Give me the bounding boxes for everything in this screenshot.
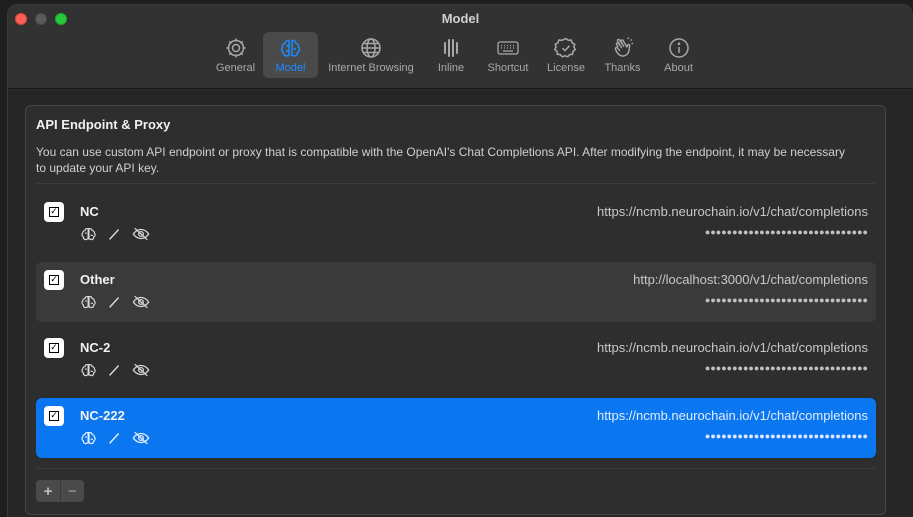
remove-endpoint-button[interactable]: −: [60, 480, 84, 502]
endpoint-name: NC: [80, 204, 99, 219]
brain-icon[interactable]: [80, 294, 98, 310]
endpoint-name: NC-222: [80, 408, 125, 423]
brain-icon[interactable]: [80, 362, 98, 378]
endpoint-actions: [80, 294, 150, 310]
divider: [36, 183, 875, 184]
api-key-masked: ●●●●●●●●●●●●●●●●●●●●●●●●●●●●●●: [704, 431, 868, 441]
endpoint-actions: [80, 430, 150, 446]
endpoint-name: Other: [80, 272, 115, 287]
eye-slash-icon[interactable]: [132, 226, 150, 242]
panel-title: API Endpoint & Proxy: [36, 117, 171, 132]
tab-general[interactable]: General: [208, 32, 263, 78]
tab-model-label: Model: [275, 62, 306, 74]
api-key-masked: ●●●●●●●●●●●●●●●●●●●●●●●●●●●●●●: [704, 227, 868, 237]
title-bar: Model General Model Internet Browsing In…: [8, 5, 913, 89]
tab-internet-browsing[interactable]: Internet Browsing: [318, 32, 424, 78]
tab-thanks[interactable]: Thanks: [594, 32, 651, 78]
tab-license[interactable]: License: [538, 32, 594, 78]
tab-shortcut-label: Shortcut: [487, 62, 529, 74]
panel-description: You can use custom API endpoint or proxy…: [36, 145, 845, 175]
tab-general-label: General: [215, 62, 256, 74]
pencil-icon[interactable]: [106, 430, 124, 446]
eye-slash-icon[interactable]: [132, 430, 150, 446]
keyboard-icon: [497, 41, 519, 55]
tab-license-label: License: [547, 62, 585, 74]
window-title: Model: [441, 11, 480, 26]
content-area: API Endpoint & Proxy You can use custom …: [8, 90, 913, 517]
brain-icon[interactable]: [80, 430, 98, 446]
brain-icon: [280, 39, 300, 57]
api-key-masked: ●●●●●●●●●●●●●●●●●●●●●●●●●●●●●●: [704, 295, 868, 305]
gear-icon: [226, 38, 245, 58]
badge-check-icon: [554, 37, 577, 58]
tab-inline-label: Inline: [437, 62, 465, 74]
tab-about[interactable]: About: [651, 32, 706, 78]
preferences-toolbar: General Model Internet Browsing Inline S…: [208, 32, 706, 78]
endpoint-checkbox[interactable]: ✓: [44, 270, 64, 290]
tab-shortcut[interactable]: Shortcut: [478, 32, 538, 78]
tab-model[interactable]: Model: [263, 32, 318, 78]
eye-slash-icon[interactable]: [132, 294, 150, 310]
tab-inline[interactable]: Inline: [424, 32, 478, 78]
brain-icon[interactable]: [80, 226, 98, 242]
api-key-masked: ●●●●●●●●●●●●●●●●●●●●●●●●●●●●●●: [704, 363, 868, 373]
endpoint-url: https://ncmb.neurochain.io/v1/chat/compl…: [597, 340, 868, 355]
tab-thanks-label: Thanks: [604, 62, 641, 74]
info-icon: [668, 38, 689, 58]
endpoint-name: NC-2: [80, 340, 111, 355]
endpoint-row[interactable]: ✓ NC-2 https://ncmb.neurochain.io/v1/cha…: [36, 330, 876, 390]
tab-about-label: About: [664, 62, 693, 74]
list-controls: + −: [36, 480, 84, 502]
preferences-window: Model General Model Internet Browsing In…: [7, 4, 913, 517]
endpoint-url: http://localhost:3000/v1/chat/completion…: [633, 272, 868, 287]
eye-slash-icon[interactable]: [132, 362, 150, 378]
pencil-icon[interactable]: [106, 294, 124, 310]
clapping-hands-icon: [614, 37, 633, 57]
endpoint-checkbox[interactable]: ✓: [44, 406, 64, 426]
endpoint-actions: [80, 362, 150, 378]
endpoint-actions: [80, 226, 150, 242]
inline-bars-icon: [444, 39, 458, 57]
add-endpoint-button[interactable]: +: [36, 480, 60, 502]
divider: [36, 468, 875, 469]
endpoint-checkbox[interactable]: ✓: [44, 338, 64, 358]
pencil-icon[interactable]: [106, 362, 124, 378]
endpoint-checkbox[interactable]: ✓: [44, 202, 64, 222]
endpoint-row[interactable]: ✓ NC https://ncmb.neurochain.io/v1/chat/…: [36, 194, 876, 254]
endpoint-row-selected[interactable]: ✓ NC-222 https://ncmb.neurochain.io/v1/c…: [36, 398, 876, 458]
endpoint-row[interactable]: ✓ Other http://localhost:3000/v1/chat/co…: [36, 262, 876, 322]
endpoint-url: https://ncmb.neurochain.io/v1/chat/compl…: [597, 204, 868, 219]
globe-icon: [361, 38, 381, 58]
pencil-icon[interactable]: [106, 226, 124, 242]
api-endpoint-panel: API Endpoint & Proxy You can use custom …: [25, 105, 886, 515]
endpoint-url: https://ncmb.neurochain.io/v1/chat/compl…: [597, 408, 868, 423]
tab-internet-browsing-label: Internet Browsing: [328, 62, 414, 74]
